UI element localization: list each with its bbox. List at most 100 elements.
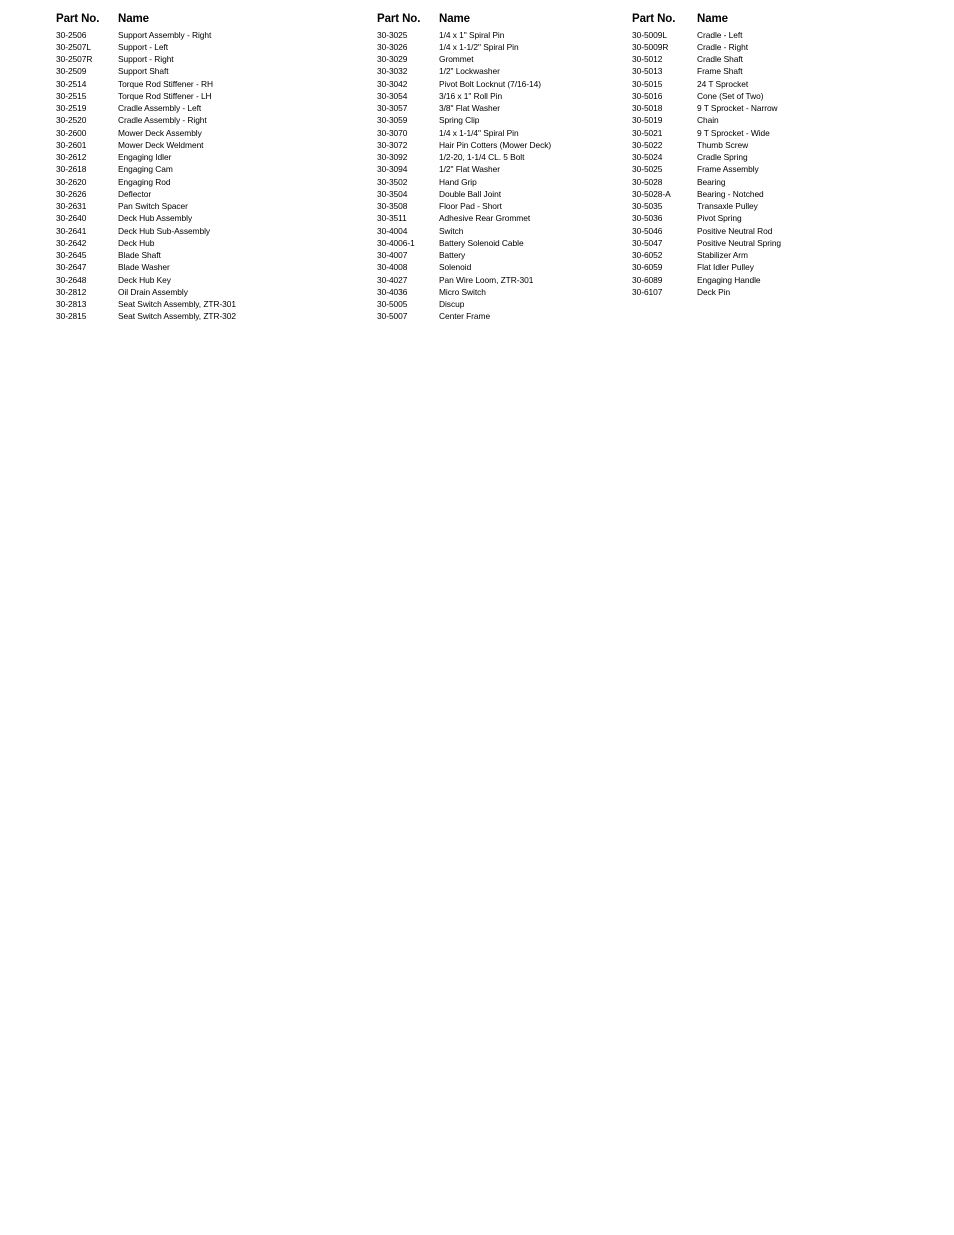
- cell-part-name: 24 T Sprocket: [697, 78, 749, 89]
- cell-part-name: Mower Deck Assembly: [118, 127, 202, 138]
- cell-part-no: 30-5028: [632, 176, 663, 187]
- cell-part-name: Cradle Assembly - Right: [118, 115, 207, 126]
- table-row: 30-2515 Torque Rod Stiffener - LH: [56, 90, 236, 102]
- cell-part-no: 30-5009L: [632, 29, 667, 40]
- table-row: 30-2600 Mower Deck Assembly: [56, 127, 236, 139]
- cell-part-no: 30-6052: [632, 250, 663, 260]
- cell-part-no: 30-5007: [377, 311, 408, 322]
- cell-part-no: 30-5035: [632, 201, 663, 211]
- cell-part-name: Support - Right: [118, 54, 174, 64]
- cell-part-no: 30-5036: [632, 213, 663, 224]
- table-row: 30-4027 Pan Wire Loom, ZTR-301: [377, 274, 551, 286]
- cell-part-name: Blade Shaft: [118, 250, 161, 260]
- table-row: 30-2612 Engaging Idler: [56, 151, 236, 163]
- table-row: 30-2641 Deck Hub Sub-Assembly: [56, 225, 236, 237]
- cell-part-no: 30-3042: [377, 78, 408, 89]
- cell-part-no: 30-2520: [56, 115, 87, 126]
- table-row: 30-3072 Hair Pin Cotters (Mower Deck): [377, 139, 551, 151]
- cell-part-no: 30-5046: [632, 225, 663, 236]
- parts-table-body-2: 30-3025 1/4 x 1" Spiral Pin 30-3026 1/4 x 1…: [377, 29, 551, 323]
- cell-part-name: Blade Washer: [118, 262, 170, 273]
- parts-list-page: Part No. Name 30-2506 Support Assembly - …: [0, 0, 954, 1235]
- table-row: 30-2626 Deflector: [56, 188, 236, 200]
- cell-part-name: Stabilizer Arm: [697, 250, 748, 260]
- cell-part-no: 30-2812: [56, 286, 87, 297]
- cell-part-no: 30-2506: [56, 29, 87, 40]
- cell-part-no: 30-2507R: [56, 54, 93, 64]
- parts-table-header-3: Part No. Name: [632, 12, 781, 29]
- table-row: 30-6052 Stabilizer Arm: [632, 249, 781, 261]
- table-row: 30-5022 Thumb Screw: [632, 139, 781, 151]
- cell-part-name: Oil Drain Assembly: [118, 286, 188, 297]
- cell-part-name: Mower Deck Weldment: [118, 139, 204, 150]
- cell-part-name: Discup: [439, 299, 465, 309]
- table-row: 30-5007 Center Frame: [377, 310, 551, 322]
- cell-part-no: 30-4006-1: [377, 237, 415, 248]
- table-row: 30-5009L Cradle - Left: [632, 29, 781, 41]
- parts-column-1: Part No. Name 30-2506 Support Assembly - …: [56, 12, 236, 323]
- table-row: 30-2520 Cradle Assembly - Right: [56, 114, 236, 126]
- table-row: 30-5018 9 T Sprocket - Narrow: [632, 102, 781, 114]
- cell-part-no: 30-3032: [377, 66, 408, 77]
- cell-part-no: 30-3094: [377, 164, 408, 175]
- cell-part-name: 3/8" Flat Washer: [439, 103, 500, 113]
- cell-part-no: 30-3029: [377, 54, 408, 64]
- table-row: 30-2648 Deck Hub Key: [56, 274, 236, 286]
- cell-part-no: 30-2642: [56, 237, 87, 248]
- table-row: 30-3502 Hand Grip: [377, 176, 551, 188]
- table-header-row: Part No. Name: [377, 12, 551, 29]
- table-row: 30-2645 Blade Shaft: [56, 249, 236, 261]
- cell-part-name: Double Ball Joint: [439, 188, 501, 199]
- cell-part-no: 30-5009R: [632, 41, 669, 52]
- cell-part-name: Thumb Screw: [697, 139, 749, 150]
- cell-part-no: 30-5021: [632, 127, 663, 138]
- table-row: 30-2631 Pan Switch Spacer: [56, 200, 236, 212]
- cell-part-name: Positive Neutral Rod: [697, 225, 773, 236]
- cell-part-no: 30-2514: [56, 78, 87, 89]
- cell-part-no: 30-2626: [56, 188, 87, 199]
- cell-part-name: Engaging Rod: [118, 176, 171, 187]
- table-row: 30-2642 Deck Hub: [56, 237, 236, 249]
- cell-part-no: 30-4036: [377, 286, 408, 297]
- table-header-row: Part No. Name: [632, 12, 781, 29]
- parts-column-2: Part No. Name 30-3025 1/4 x 1" Spiral Pin…: [377, 12, 551, 323]
- table-row: 30-5036 Pivot Spring: [632, 212, 781, 224]
- cell-part-name: Battery Solenoid Cable: [439, 237, 524, 248]
- cell-part-name: Hair Pin Cotters (Mower Deck): [439, 139, 552, 150]
- cell-part-no: 30-3508: [377, 201, 408, 211]
- cell-part-name: Positive Neutral Spring: [697, 237, 782, 248]
- cell-part-no: 30-2620: [56, 176, 87, 187]
- cell-part-no: 30-5024: [632, 152, 663, 162]
- header-part-no: Part No.: [377, 13, 421, 25]
- cell-part-no: 30-4007: [377, 250, 408, 260]
- cell-part-no: 30-2631: [56, 201, 87, 211]
- parts-table-1: Part No. Name 30-2506 Support Assembly - …: [56, 12, 236, 323]
- table-row: 30-2507R Support - Right: [56, 53, 236, 65]
- table-row: 30-3054 3/16 x 1" Roll Pin: [377, 90, 551, 102]
- table-row: 30-3025 1/4 x 1" Spiral Pin: [377, 29, 551, 41]
- table-row: 30-5028 Bearing: [632, 176, 781, 188]
- table-row: 30-2647 Blade Washer: [56, 261, 236, 273]
- cell-part-name: Torque Rod Stiffener - LH: [118, 90, 212, 101]
- cell-part-no: 30-3504: [377, 188, 408, 199]
- cell-part-no: 30-5012: [632, 54, 663, 64]
- cell-part-name: Pivot Bolt Locknut (7/16-14): [439, 78, 541, 89]
- table-row: 30-2507L Support - Left: [56, 41, 236, 53]
- cell-part-name: Seat Switch Assembly, ZTR-301: [118, 299, 237, 309]
- table-row: 30-3511 Adhesive Rear Grommet: [377, 212, 551, 224]
- parts-table-header-2: Part No. Name: [377, 12, 551, 29]
- cell-part-no: 30-5018: [632, 103, 663, 113]
- table-row: 30-5024 Cradle Spring: [632, 151, 781, 163]
- cell-part-no: 30-2618: [56, 164, 87, 175]
- cell-part-name: 9 T Sprocket - Narrow: [697, 103, 778, 113]
- cell-part-name: Deck Pin: [697, 286, 731, 297]
- cell-part-no: 30-5016: [632, 90, 663, 101]
- table-row: 30-5009R Cradle - Right: [632, 41, 781, 53]
- table-row: 30-3092 1/2-20, 1-1/4 CL. 5 Bolt: [377, 151, 551, 163]
- cell-part-name: 1/4 x 1-1/2" Spiral Pin: [439, 41, 519, 52]
- cell-part-name: 1/2" Flat Washer: [439, 164, 500, 175]
- table-row: 30-2618 Engaging Cam: [56, 163, 236, 175]
- cell-part-no: 30-2640: [56, 213, 87, 224]
- table-row: 30-5021 9 T Sprocket - Wide: [632, 127, 781, 139]
- cell-part-no: 30-2648: [56, 274, 87, 285]
